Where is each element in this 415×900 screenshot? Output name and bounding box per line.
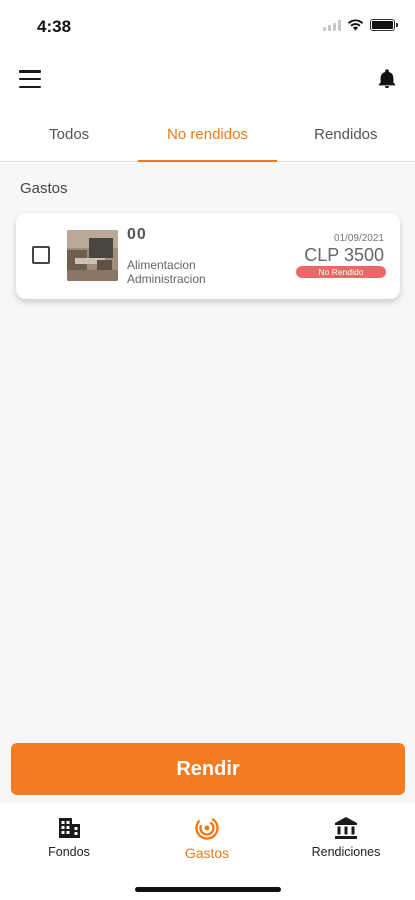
wifi-icon — [347, 19, 364, 31]
tab-bar: Todos No rendidos Rendidos — [0, 110, 415, 162]
bottom-nav: Fondos Gastos Rendiciones — [0, 803, 415, 900]
hamburger-menu-icon[interactable] — [19, 70, 41, 88]
expenses-list-area: Gastos 00 Alimentacion Administracion 01… — [0, 163, 415, 803]
building-icon — [59, 818, 80, 838]
status-icons — [323, 19, 398, 31]
nav-label-fondos: Fondos — [48, 845, 90, 859]
tab-rendidos[interactable]: Rendidos — [277, 110, 415, 161]
signal-icon — [323, 19, 341, 31]
battery-icon — [370, 19, 398, 31]
nav-label-rendiciones: Rendiciones — [311, 845, 381, 859]
status-badge: No Rendido — [296, 266, 386, 278]
tab-no-rendidos[interactable]: No rendidos — [138, 110, 277, 162]
tab-todos[interactable]: Todos — [0, 110, 138, 161]
nav-item-gastos[interactable]: Gastos — [138, 815, 276, 861]
status-time: 4:38 — [37, 17, 72, 36]
expense-department: Administracion — [127, 272, 206, 286]
expense-date: 01/09/2021 — [333, 233, 384, 244]
section-title: Gastos — [20, 180, 68, 197]
status-bar: 4:38 — [0, 0, 415, 52]
nav-label-gastos: Gastos — [184, 845, 230, 861]
nav-item-fondos[interactable]: Fondos — [0, 815, 138, 859]
bank-icon — [335, 817, 357, 839]
expense-checkbox[interactable] — [32, 246, 50, 264]
expense-receipt-thumbnail[interactable] — [67, 230, 118, 281]
target-icon — [195, 816, 219, 840]
expense-amount: CLP 3500 — [304, 245, 384, 265]
expense-category: Alimentacion — [127, 258, 196, 272]
home-indicator — [135, 887, 281, 892]
nav-item-rendiciones[interactable]: Rendiciones — [277, 815, 415, 859]
app-header — [0, 52, 415, 110]
expense-name: 00 — [127, 226, 147, 243]
rendir-button[interactable]: Rendir — [11, 743, 405, 795]
bell-icon[interactable] — [376, 68, 398, 90]
expense-card[interactable]: 00 Alimentacion Administracion 01/09/202… — [16, 213, 400, 299]
